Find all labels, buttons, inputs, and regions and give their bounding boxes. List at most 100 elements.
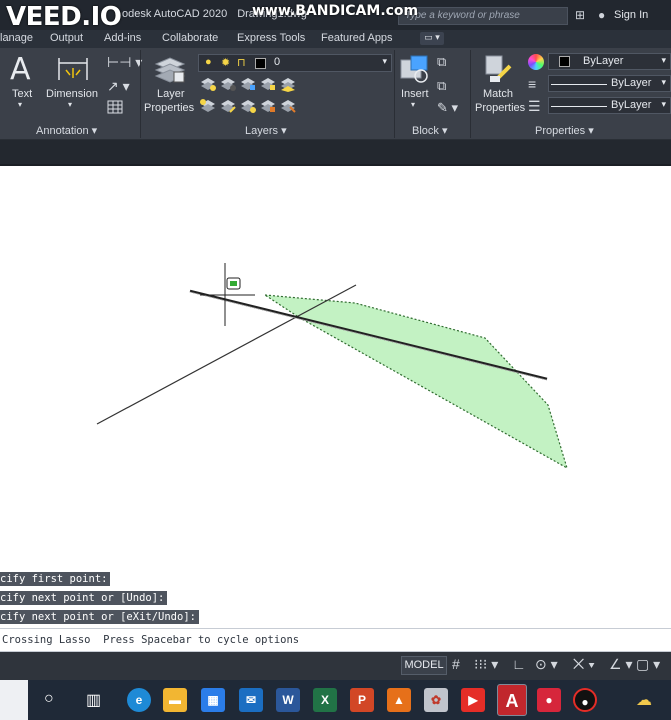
linear-dimension-icon[interactable]: ⊢⊣ ▾: [107, 54, 142, 71]
text-tool-label[interactable]: Text: [12, 88, 32, 100]
layer-match-icon[interactable]: [220, 98, 236, 114]
match-properties-icon[interactable]: [484, 54, 514, 84]
grid-icon[interactable]: #: [452, 656, 460, 672]
block-attribute-icon[interactable]: ✎ ▾: [437, 100, 458, 116]
layer-state-icon[interactable]: [200, 76, 216, 92]
drawing-canvas[interactable]: cify first point: cify next point or [Un…: [0, 168, 671, 626]
panel-divider: [394, 50, 395, 138]
layer-delete-icon[interactable]: [280, 98, 296, 114]
powerpoint-icon[interactable]: P: [350, 688, 374, 712]
sign-in-button[interactable]: Sign In: [614, 9, 648, 21]
layer-isolate-icon[interactable]: [240, 76, 256, 92]
chevron-down-icon[interactable]: ▾: [18, 100, 22, 109]
create-block-icon[interactable]: ⧉: [437, 54, 446, 70]
command-line[interactable]: Crossing Lasso Press Spacebar to cycle o…: [0, 628, 671, 652]
isodraft-icon[interactable]: ⨉ ▾: [573, 656, 595, 673]
layer-properties-label[interactable]: Properties: [144, 102, 194, 114]
color-wheel-icon[interactable]: [528, 54, 544, 70]
annotation-panel-title[interactable]: Annotation ▾: [36, 124, 97, 137]
layer-properties-label[interactable]: Layer: [157, 88, 185, 100]
ribbon-tabs: lanage Output Add-ins Collaborate Expres…: [0, 30, 671, 48]
layer-dropdown[interactable]: ● ✹ ⊓ 0 ▾: [198, 54, 392, 72]
command-history-line: cify next point or [eXit/Undo]:: [0, 610, 199, 624]
tab-featured-apps[interactable]: Featured Apps: [321, 32, 393, 44]
excel-icon[interactable]: X: [313, 688, 337, 712]
color-dropdown[interactable]: ByLayer ▾: [548, 53, 671, 70]
insert-block-icon[interactable]: [399, 54, 431, 84]
insert-label[interactable]: Insert: [401, 88, 429, 100]
autocad-icon[interactable]: A: [497, 684, 527, 716]
status-bar: MODEL # ⁝⁝⁝ ▾ ∟ ⊙ ▾ ⨉ ▾ ∠ ▾ ▢ ▾: [0, 652, 671, 680]
command-history-line: cify next point or [Undo]:: [0, 591, 168, 605]
lineweight-dropdown[interactable]: ByLayer ▾: [548, 97, 671, 114]
tab-output[interactable]: Output: [50, 32, 83, 44]
lineweight-preview: [551, 106, 607, 107]
tab-add-ins[interactable]: Add-ins: [104, 32, 141, 44]
model-space[interactable]: [0, 168, 671, 626]
model-space-button[interactable]: MODEL: [401, 656, 447, 675]
layer-previous-icon[interactable]: [240, 98, 256, 114]
command-history-line: cify first point:: [0, 572, 111, 586]
title-bar: odesk AutoCAD 2020 Drawing1.dwg Type a ke…: [0, 0, 671, 32]
mail-icon[interactable]: ✉: [239, 688, 263, 712]
leader-icon[interactable]: ↗ ▾: [107, 78, 130, 95]
layer-merge-icon[interactable]: [280, 76, 296, 92]
object-snap-tracking-icon[interactable]: ∠ ▾: [609, 656, 632, 673]
panel-divider: [140, 50, 141, 138]
camera-icon[interactable]: ●: [537, 688, 561, 712]
layer-unlock-icon[interactable]: [260, 98, 276, 114]
lineweight-icon[interactable]: ☰: [528, 98, 541, 115]
properties-panel-title[interactable]: Properties ▾: [535, 124, 594, 137]
ortho-icon[interactable]: ∟: [512, 656, 526, 672]
file-explorer-icon[interactable]: ▬: [163, 688, 187, 712]
edge-icon[interactable]: e: [127, 688, 151, 712]
layers-panel-title[interactable]: Layers ▾: [245, 124, 287, 137]
layer-properties-icon[interactable]: [152, 54, 186, 84]
tab-manage[interactable]: lanage: [0, 32, 33, 44]
drawing-line[interactable]: [96, 284, 357, 425]
layer-lock-icon[interactable]: [260, 76, 276, 92]
matlab-icon[interactable]: ▲: [387, 688, 411, 712]
color-swatch: [559, 56, 570, 67]
layer-off-icon[interactable]: [220, 76, 236, 92]
linetype-icon[interactable]: ≡: [528, 76, 536, 92]
user-icon[interactable]: ●: [598, 8, 605, 22]
chevron-down-icon: ▾: [661, 55, 666, 65]
match-properties-label[interactable]: Match: [483, 88, 513, 100]
ribbon-options-button[interactable]: ▭ ▾: [420, 32, 444, 45]
object-snap-icon[interactable]: ▢ ▾: [636, 656, 660, 673]
text-tool-icon[interactable]: A: [10, 52, 31, 87]
windows-taskbar: ○ ▥ e ▬ ▦ ✉ W X P ▲ ✿ ▶ A ● ● ☁: [0, 680, 671, 720]
chevron-down-icon: ▾: [661, 99, 666, 109]
linetype-dropdown[interactable]: ByLayer ▾: [548, 75, 671, 92]
search-input[interactable]: Type a keyword or phrase: [398, 7, 568, 25]
selected-line[interactable]: [189, 289, 548, 381]
cortana-icon[interactable]: ○: [44, 690, 54, 708]
table-icon[interactable]: [107, 100, 123, 114]
make-current-icon[interactable]: [200, 98, 216, 114]
dimension-tool-label[interactable]: Dimension: [46, 88, 98, 100]
edit-block-icon[interactable]: ⧉: [437, 78, 446, 94]
layer-tools-grid: [200, 76, 300, 120]
task-view-icon[interactable]: ▥: [86, 690, 101, 710]
block-panel-title[interactable]: Block ▾: [412, 124, 447, 137]
command-prompt: Crossing Lasso Press Spacebar to cycle o…: [2, 634, 300, 646]
youtube-icon[interactable]: ▶: [461, 688, 485, 712]
snap-icon[interactable]: ⁝⁝⁝ ▾: [474, 656, 498, 673]
tab-collaborate[interactable]: Collaborate: [162, 32, 218, 44]
chevron-down-icon[interactable]: ▾: [68, 100, 72, 109]
polar-tracking-icon[interactable]: ⊙ ▾: [535, 656, 558, 673]
paint-icon[interactable]: ✿: [424, 688, 448, 712]
weather-icon[interactable]: ☁: [636, 690, 652, 710]
store-icon[interactable]: ▦: [201, 688, 225, 712]
bandicam-record-icon[interactable]: ●: [573, 688, 597, 712]
lasso-cursor-icon: [226, 277, 241, 290]
binoculars-icon[interactable]: ⊞: [575, 8, 585, 22]
tab-express-tools[interactable]: Express Tools: [237, 32, 305, 44]
word-icon[interactable]: W: [276, 688, 300, 712]
chevron-down-icon[interactable]: ▾: [411, 100, 415, 109]
taskbar-search-box[interactable]: [0, 680, 28, 720]
ribbon: A Text ▾ Dimension ▾ ⊢⊣ ▾ ↗ ▾ Annotation…: [0, 48, 671, 140]
match-properties-label[interactable]: Properties: [475, 102, 525, 114]
dimension-icon[interactable]: [56, 54, 90, 84]
